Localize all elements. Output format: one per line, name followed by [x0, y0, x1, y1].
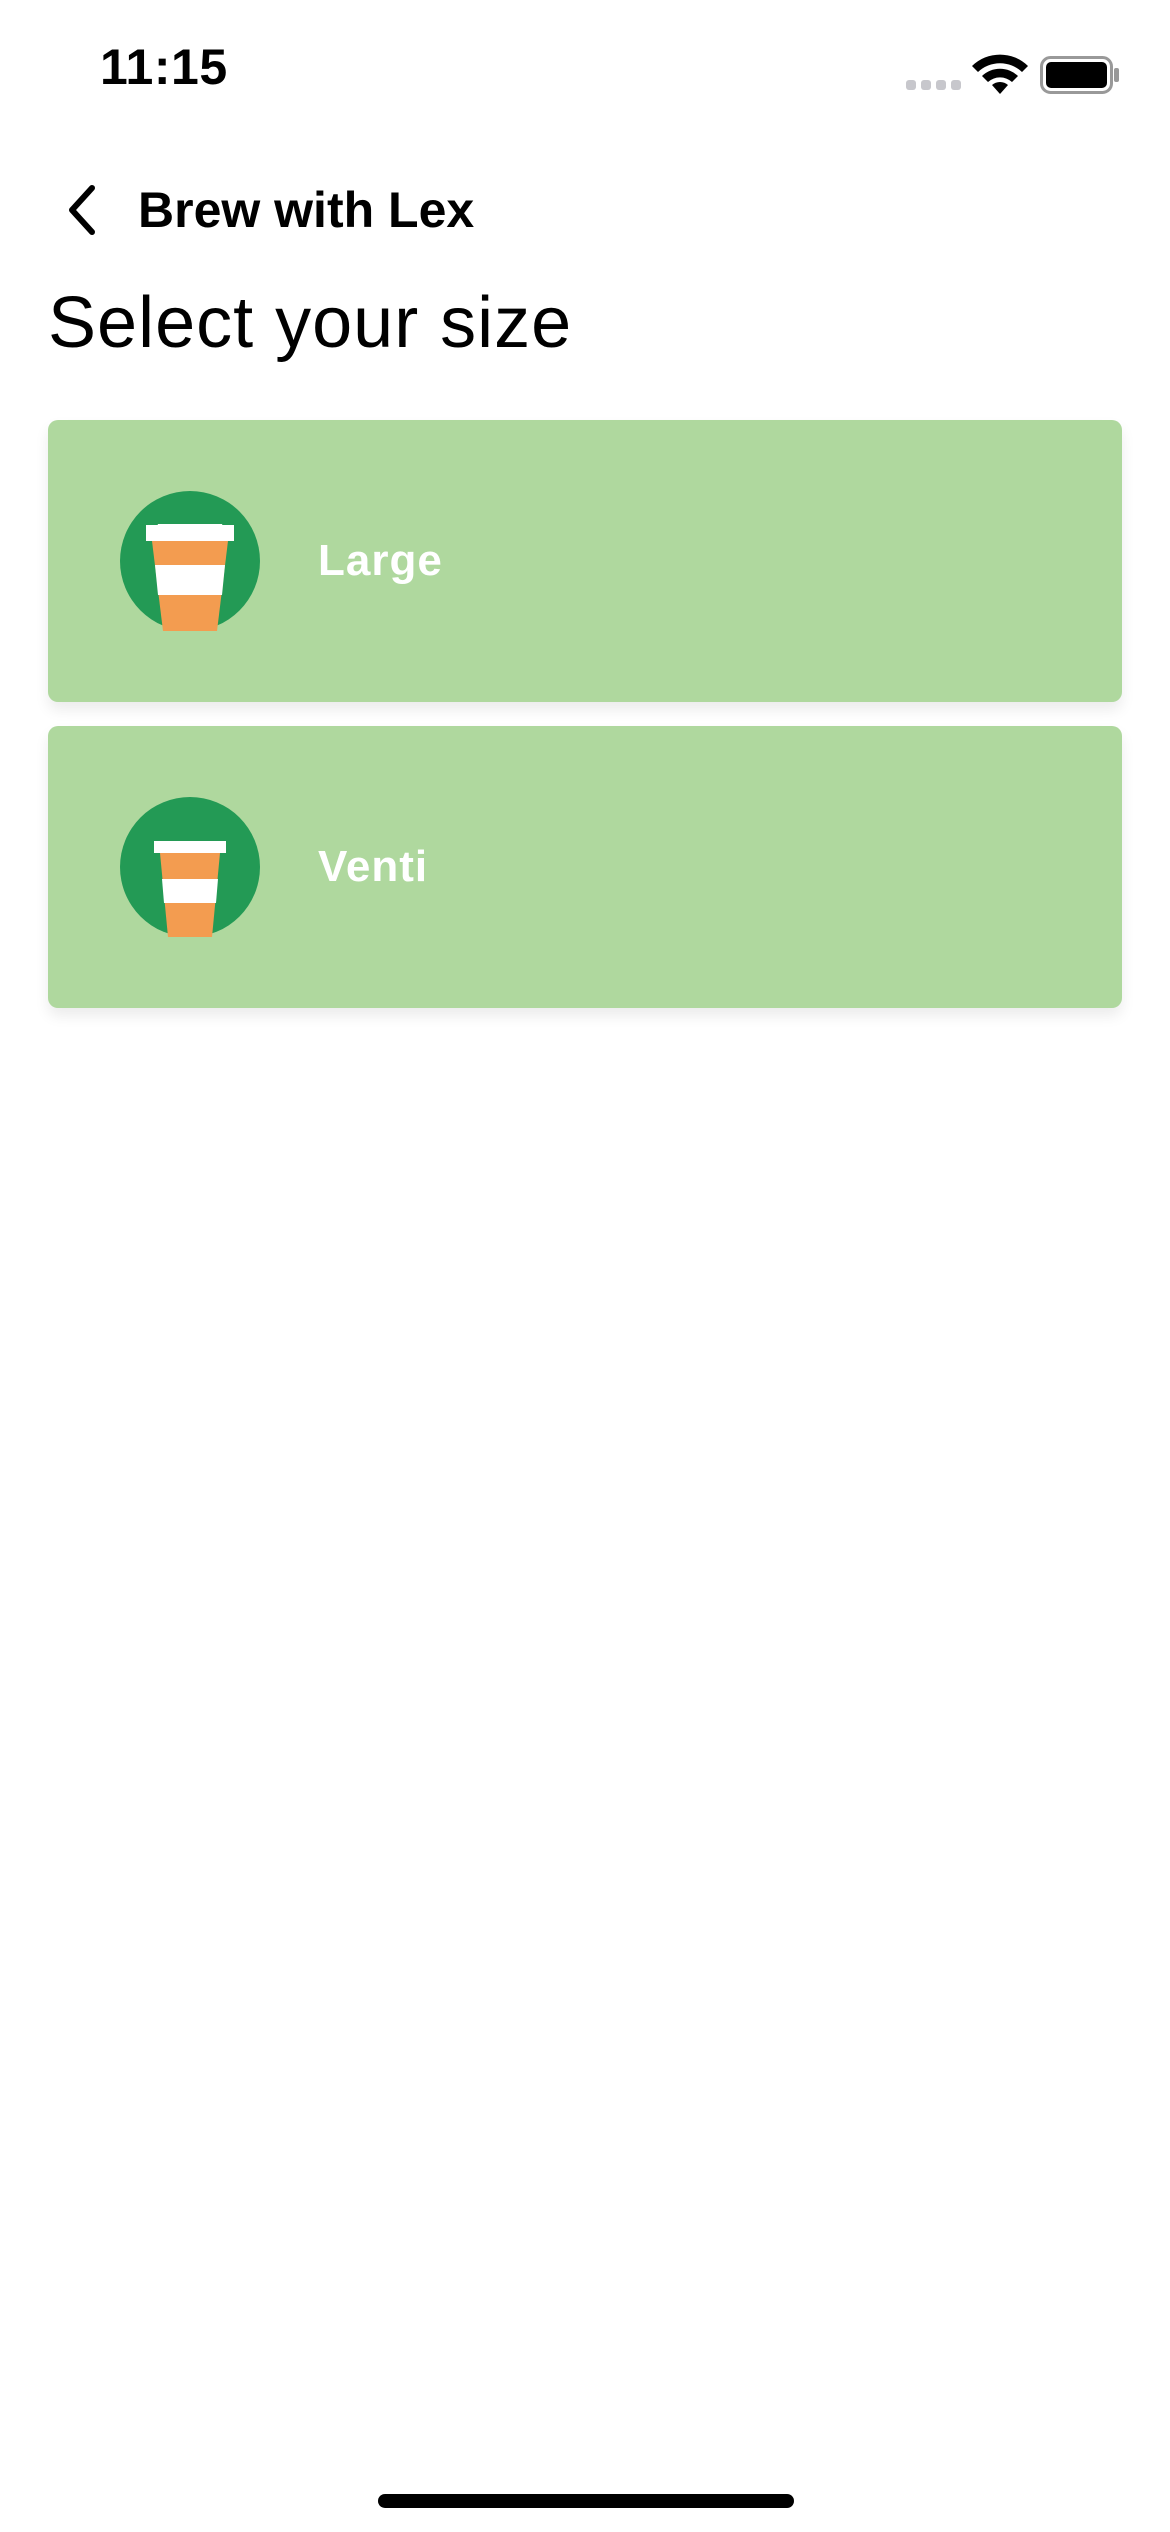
- cellular-signal-icon: [906, 80, 962, 92]
- coffee-cup-icon: [120, 797, 260, 937]
- navigation-bar: Brew with Lex: [0, 160, 1170, 260]
- size-option-large[interactable]: Large: [48, 420, 1122, 702]
- option-label: Venti: [318, 842, 429, 891]
- option-label: Large: [318, 536, 443, 585]
- coffee-cup-icon: [120, 491, 260, 631]
- back-button[interactable]: [52, 180, 112, 240]
- size-option-venti[interactable]: Venti: [48, 726, 1122, 1008]
- wifi-icon: [972, 54, 1028, 94]
- status-bar: 11:15: [0, 0, 1170, 150]
- page-title: Select your size: [48, 283, 573, 363]
- home-indicator[interactable]: [378, 2494, 794, 2508]
- chevron-left-icon: [69, 185, 95, 235]
- battery-icon: [1040, 56, 1119, 94]
- nav-title: Brew with Lex: [138, 182, 475, 238]
- status-time: 11:15: [100, 39, 228, 95]
